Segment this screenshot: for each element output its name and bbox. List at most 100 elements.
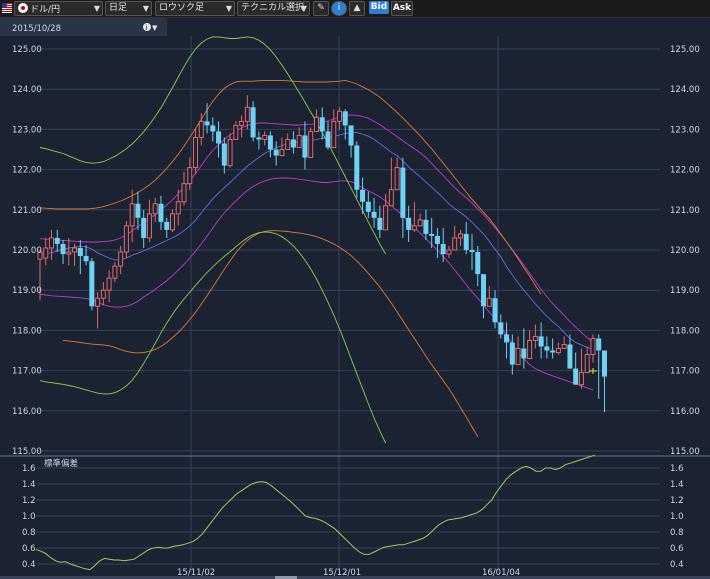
candle-body[interactable] bbox=[106, 277, 112, 291]
candle-body[interactable] bbox=[440, 243, 446, 255]
candle-body[interactable] bbox=[452, 237, 458, 251]
candle-body[interactable] bbox=[325, 131, 331, 148]
candle-body[interactable] bbox=[492, 298, 498, 323]
candle-body[interactable] bbox=[227, 138, 233, 167]
candle-body[interactable] bbox=[481, 274, 487, 307]
candle-body[interactable] bbox=[446, 249, 452, 255]
candle-body[interactable] bbox=[544, 346, 550, 351]
candle-body[interactable] bbox=[331, 120, 337, 148]
pen-icon[interactable]: ✎ bbox=[313, 1, 329, 16]
chart-style-select[interactable]: ロウソク足 ▼ bbox=[155, 1, 235, 16]
candle-body[interactable] bbox=[95, 297, 101, 307]
candle-body[interactable] bbox=[54, 237, 60, 244]
candle-body[interactable] bbox=[279, 149, 285, 157]
candle-body[interactable] bbox=[66, 251, 72, 255]
candle-body[interactable] bbox=[383, 205, 389, 231]
candle-body[interactable] bbox=[365, 201, 371, 212]
candle-body[interactable] bbox=[469, 250, 475, 253]
candle-body[interactable] bbox=[135, 203, 141, 218]
candle-body[interactable] bbox=[429, 233, 435, 236]
candle-body[interactable] bbox=[596, 338, 602, 351]
candle-body[interactable] bbox=[250, 107, 256, 138]
candle-body[interactable] bbox=[267, 135, 273, 150]
candle-body[interactable] bbox=[601, 350, 607, 377]
candle-body[interactable] bbox=[411, 225, 417, 231]
candle-body[interactable] bbox=[515, 347, 521, 366]
candle-body[interactable] bbox=[394, 167, 400, 191]
candle-body[interactable] bbox=[169, 213, 175, 231]
candle-body[interactable] bbox=[158, 203, 164, 222]
candle-body[interactable] bbox=[400, 167, 406, 218]
candle-body[interactable] bbox=[342, 111, 348, 126]
mountain-chart-icon[interactable]: ▲ bbox=[349, 1, 365, 16]
candle-body[interactable] bbox=[573, 368, 579, 385]
candle-body[interactable] bbox=[60, 243, 66, 255]
candle-body[interactable] bbox=[83, 256, 89, 262]
candle-body[interactable] bbox=[406, 217, 412, 230]
candle-body[interactable] bbox=[256, 137, 262, 140]
candle-body[interactable] bbox=[475, 252, 481, 275]
candle-body[interactable] bbox=[567, 344, 573, 369]
candle-body[interactable] bbox=[49, 237, 55, 249]
candle-body[interactable] bbox=[319, 117, 325, 132]
ask-button[interactable]: Ask bbox=[391, 1, 413, 16]
candle-body[interactable] bbox=[221, 143, 227, 166]
candle-body[interactable] bbox=[233, 124, 239, 140]
candle-body[interactable] bbox=[273, 149, 279, 156]
candle-body[interactable] bbox=[555, 347, 561, 354]
candle-body[interactable] bbox=[423, 219, 429, 234]
candle-body[interactable] bbox=[262, 134, 268, 140]
candle-body[interactable] bbox=[296, 134, 302, 148]
candle-body[interactable] bbox=[377, 217, 383, 230]
candle-body[interactable] bbox=[532, 335, 538, 341]
candle-body[interactable] bbox=[550, 350, 556, 353]
candle-body[interactable] bbox=[527, 339, 533, 360]
candle-body[interactable] bbox=[141, 217, 147, 238]
technical-select[interactable]: テクニカル選択 ▼ bbox=[237, 1, 310, 16]
candle-body[interactable] bbox=[43, 247, 49, 259]
candle-body[interactable] bbox=[123, 225, 129, 253]
candle-body[interactable] bbox=[590, 337, 596, 356]
candle-body[interactable] bbox=[89, 261, 95, 307]
candle-body[interactable] bbox=[187, 167, 193, 185]
candle-body[interactable] bbox=[388, 189, 394, 207]
candle-body[interactable] bbox=[561, 343, 567, 349]
candle-body[interactable] bbox=[244, 106, 250, 122]
candle-body[interactable] bbox=[239, 120, 245, 126]
candle-body[interactable] bbox=[146, 213, 152, 239]
candle-body[interactable] bbox=[584, 354, 590, 374]
candle-body[interactable] bbox=[538, 336, 544, 347]
candle-body[interactable] bbox=[434, 235, 440, 244]
candle-body[interactable] bbox=[204, 121, 210, 126]
candle-body[interactable] bbox=[210, 125, 216, 132]
candle-body[interactable] bbox=[290, 139, 296, 148]
info-icon[interactable]: i bbox=[331, 1, 347, 16]
candle-body[interactable] bbox=[486, 297, 492, 307]
candle-body[interactable] bbox=[77, 247, 83, 257]
candle-body[interactable] bbox=[417, 219, 423, 227]
candle-body[interactable] bbox=[348, 125, 354, 146]
candle-body[interactable] bbox=[521, 348, 527, 359]
candle-body[interactable] bbox=[181, 183, 187, 203]
candle-body[interactable] bbox=[308, 130, 314, 159]
candle-body[interactable] bbox=[354, 145, 360, 190]
candle-body[interactable] bbox=[164, 221, 170, 230]
candle-body[interactable] bbox=[216, 131, 222, 144]
candle-body[interactable] bbox=[129, 203, 135, 227]
currency-pair-select[interactable]: ドル/円 ▼ bbox=[14, 1, 103, 16]
candle-body[interactable] bbox=[302, 135, 308, 158]
candle-body[interactable] bbox=[118, 251, 124, 267]
candle-body[interactable] bbox=[175, 201, 181, 215]
candle-body[interactable] bbox=[498, 322, 504, 335]
candle-body[interactable] bbox=[371, 211, 377, 218]
candle-body[interactable] bbox=[509, 342, 515, 365]
candle-body[interactable] bbox=[457, 233, 463, 239]
candle-body[interactable] bbox=[578, 372, 584, 386]
bid-button[interactable]: Bid bbox=[369, 1, 389, 14]
candle-body[interactable] bbox=[313, 116, 319, 132]
candle-body[interactable] bbox=[152, 203, 158, 215]
candle-body[interactable] bbox=[72, 247, 78, 253]
candle-body[interactable] bbox=[193, 136, 199, 169]
candle-body[interactable] bbox=[100, 289, 106, 299]
candle-body[interactable] bbox=[463, 233, 469, 250]
